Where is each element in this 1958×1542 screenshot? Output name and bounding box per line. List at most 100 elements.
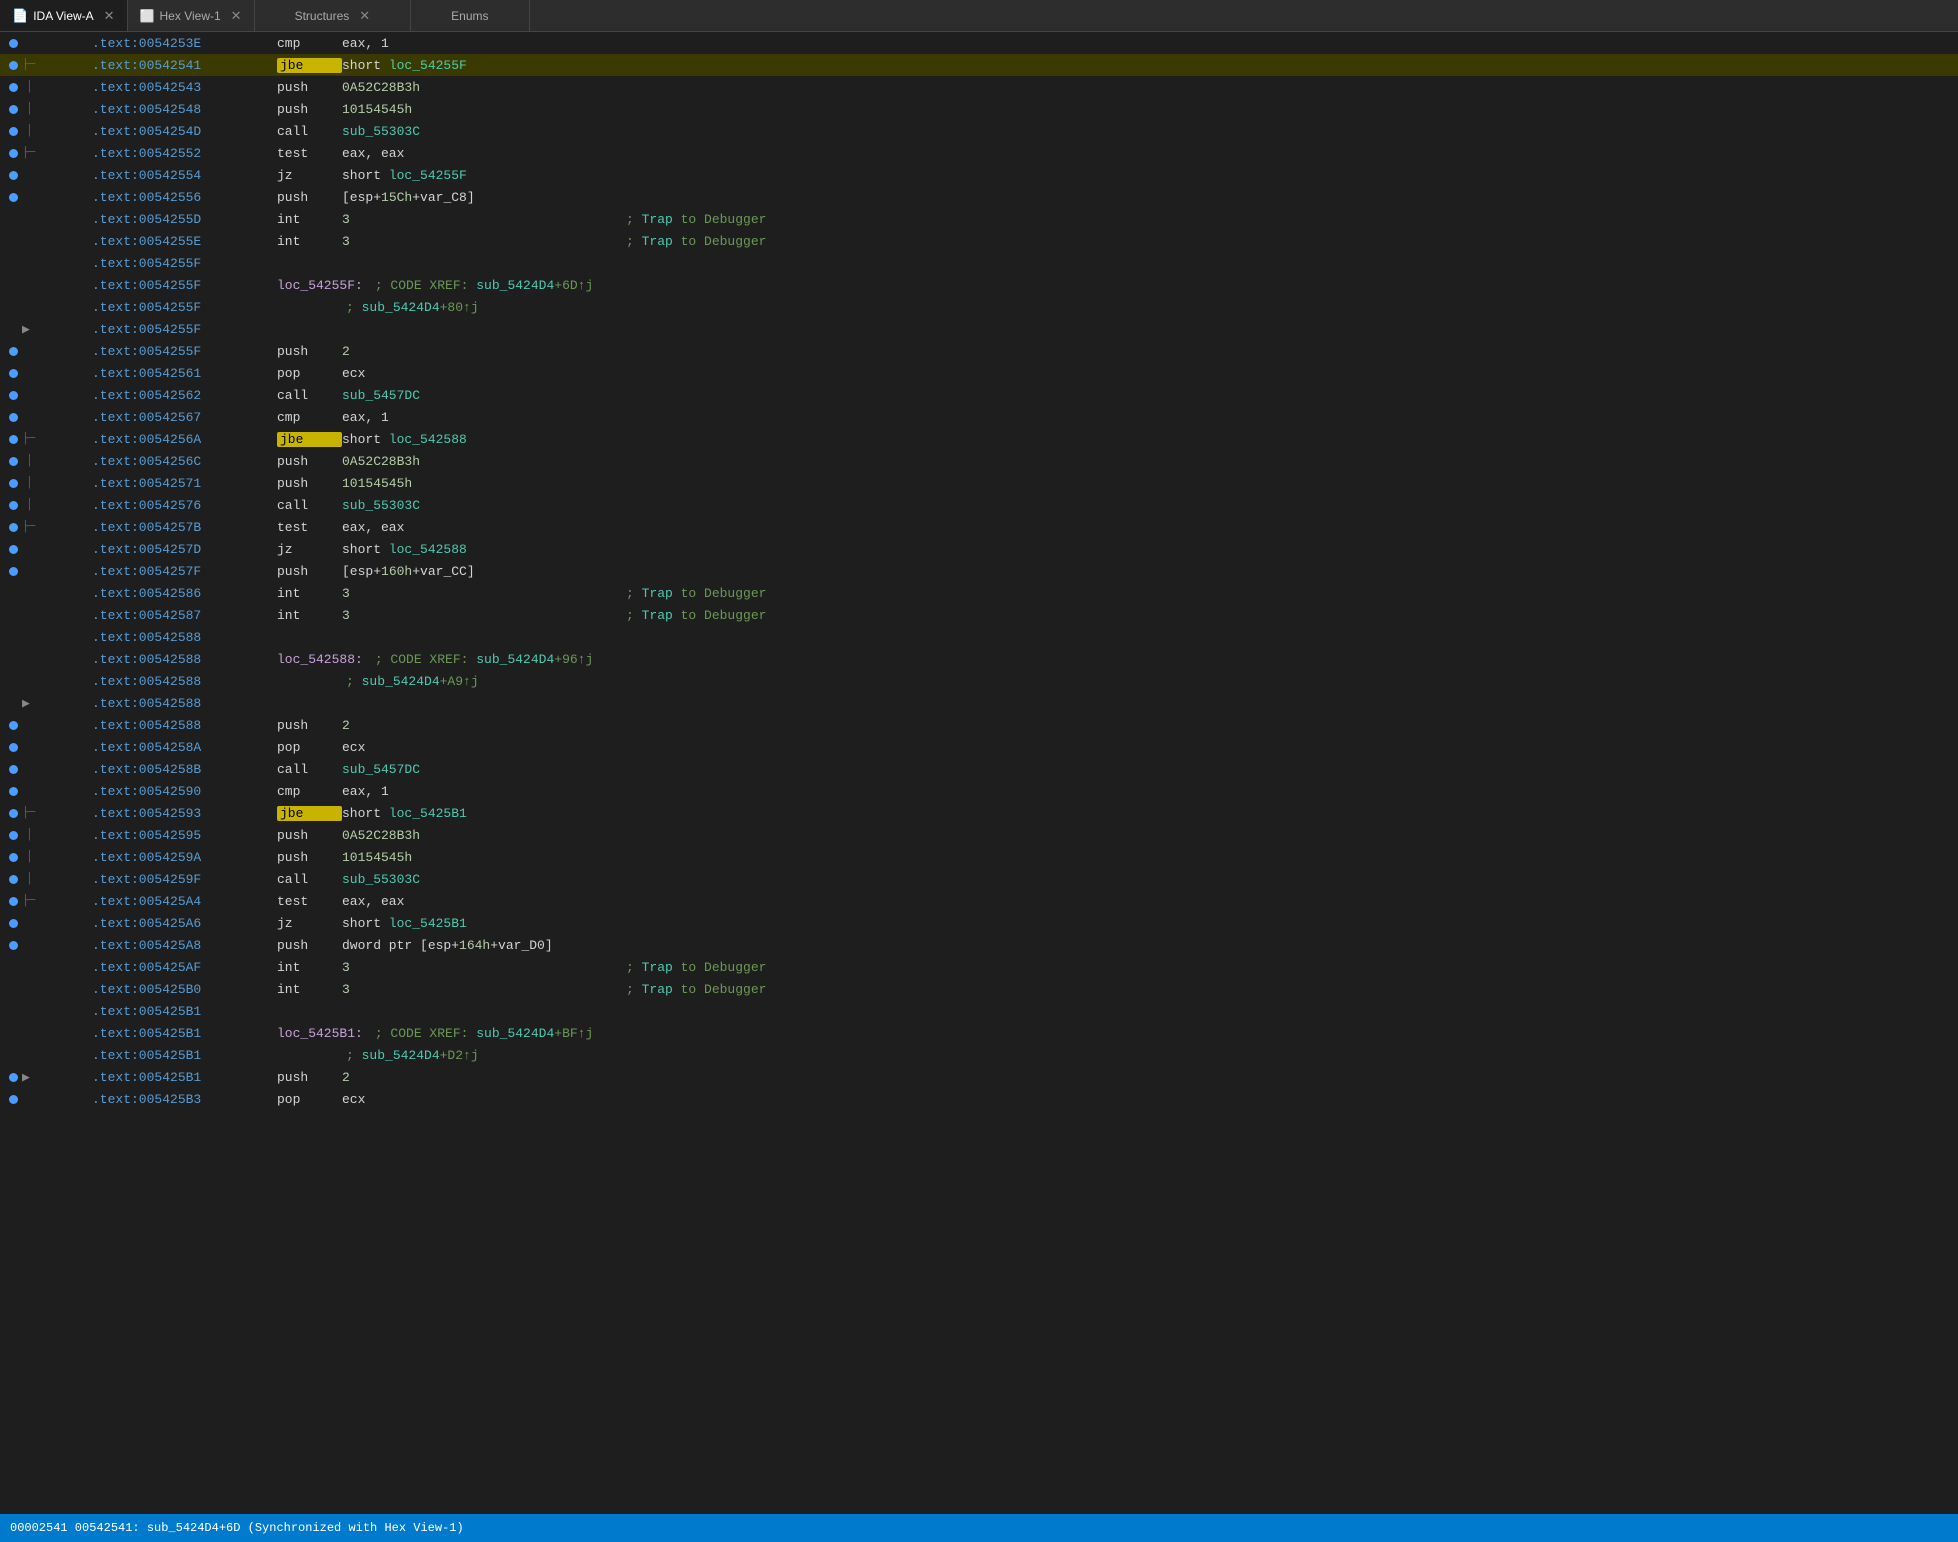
mnemonic: cmp — [277, 36, 342, 51]
operand: 10154545h — [342, 102, 622, 117]
branch-col — [22, 362, 92, 384]
table-row[interactable]: .text:005425B0int3; Trap to Debugger — [0, 978, 1958, 1000]
breakpoint-dot — [9, 809, 18, 818]
branch-col — [22, 912, 92, 934]
dot-col — [4, 391, 22, 400]
dot-col — [4, 941, 22, 950]
table-row[interactable]: .text:00542562callsub_5457DC — [0, 384, 1958, 406]
table-row[interactable]: .text:00542588push2 — [0, 714, 1958, 736]
breakpoint-dot — [9, 39, 18, 48]
table-row[interactable]: .text:00542567cmpeax, 1 — [0, 406, 1958, 428]
table-row[interactable]: ▶.text:00542588 — [0, 692, 1958, 714]
branch-col — [22, 582, 92, 604]
mnemonic: push — [277, 1070, 342, 1085]
address: .text:0054255F — [92, 322, 277, 337]
address: .text:00542576 — [92, 498, 277, 513]
operand: sub_55303C — [342, 872, 622, 887]
table-row[interactable]: .text:00542588loc_542588:; CODE XREF: su… — [0, 648, 1958, 670]
tab-hex-close[interactable]: ✕ — [231, 8, 242, 24]
table-row[interactable]: .text:005425B1loc_5425B1:; CODE XREF: su… — [0, 1022, 1958, 1044]
table-row[interactable]: │.text:0054259Fcallsub_55303C — [0, 868, 1958, 890]
table-row[interactable]: │.text:0054256Cpush0A52C28B3h — [0, 450, 1958, 472]
table-row[interactable]: .text:00542556push[esp+15Ch+var_C8] — [0, 186, 1958, 208]
table-row[interactable]: .text:0054258Apopecx — [0, 736, 1958, 758]
tab-ida-close[interactable]: ✕ — [104, 8, 115, 24]
dot-col — [4, 105, 22, 114]
table-row[interactable]: ├─.text:00542541jbeshort loc_54255F — [0, 54, 1958, 76]
table-row[interactable]: ├─.text:0054257Btesteax, eax — [0, 516, 1958, 538]
table-row[interactable]: .text:005425B1; sub_5424D4+D2↑j — [0, 1044, 1958, 1066]
tab-enums[interactable]: Enums — [411, 0, 529, 31]
table-row[interactable]: .text:00542586int3; Trap to Debugger — [0, 582, 1958, 604]
table-row[interactable]: .text:00542561popecx — [0, 362, 1958, 384]
branch-col — [22, 1044, 92, 1066]
branch-col: ▶ — [22, 318, 92, 340]
table-row[interactable]: .text:005425A8pushdword ptr [esp+164h+va… — [0, 934, 1958, 956]
table-row[interactable]: ├─.text:005425A4testeax, eax — [0, 890, 1958, 912]
table-row[interactable]: .text:0054255Floc_54255F:; CODE XREF: su… — [0, 274, 1958, 296]
table-row[interactable]: .text:005425B3popecx — [0, 1088, 1958, 1110]
table-row[interactable]: │.text:00542595push0A52C28B3h — [0, 824, 1958, 846]
table-row[interactable]: │.text:0054259Apush10154545h — [0, 846, 1958, 868]
branch-col — [22, 32, 92, 54]
mnemonic: pop — [277, 1092, 342, 1107]
table-row[interactable]: │.text:00542576callsub_55303C — [0, 494, 1958, 516]
address: .text:0054255F — [92, 300, 277, 315]
table-row[interactable]: │.text:00542543push0A52C28B3h — [0, 76, 1958, 98]
breakpoint-dot — [9, 61, 18, 70]
table-row[interactable]: .text:005425A6jzshort loc_5425B1 — [0, 912, 1958, 934]
breakpoint-dot — [9, 853, 18, 862]
branch-col: │ — [22, 868, 92, 890]
operand: 3 — [342, 234, 622, 249]
table-row[interactable]: .text:0054255Eint3; Trap to Debugger — [0, 230, 1958, 252]
table-row[interactable]: .text:0054258Bcallsub_5457DC — [0, 758, 1958, 780]
table-row[interactable]: .text:0054253Ecmpeax, 1 — [0, 32, 1958, 54]
table-row[interactable]: ├─.text:00542593jbeshort loc_5425B1 — [0, 802, 1958, 824]
table-row[interactable]: .text:0054257Djzshort loc_542588 — [0, 538, 1958, 560]
address: .text:0054257B — [92, 520, 277, 535]
table-row[interactable]: ▶.text:005425B1push2 — [0, 1066, 1958, 1088]
table-row[interactable]: .text:00542588 — [0, 626, 1958, 648]
status-text: 00002541 00542541: sub_5424D4+6D (Synchr… — [10, 1521, 464, 1535]
branch-col — [22, 230, 92, 252]
breakpoint-dot — [9, 765, 18, 774]
branch-col — [22, 626, 92, 648]
comment: ; Trap to Debugger — [626, 608, 766, 623]
tab-hex-view[interactable]: ⬜ Hex View-1 ✕ — [128, 0, 255, 31]
table-row[interactable]: .text:0054255Dint3; Trap to Debugger — [0, 208, 1958, 230]
tab-ida-view[interactable]: 📄 IDA View-A ✕ — [0, 0, 128, 31]
table-row[interactable]: .text:005425B1 — [0, 1000, 1958, 1022]
table-row[interactable]: .text:005425AFint3; Trap to Debugger — [0, 956, 1958, 978]
table-row[interactable]: .text:0054255F — [0, 252, 1958, 274]
breakpoint-dot — [9, 193, 18, 202]
breakpoint-dot — [9, 347, 18, 356]
table-row[interactable]: │.text:00542548push10154545h — [0, 98, 1958, 120]
address: .text:00542571 — [92, 476, 277, 491]
table-row[interactable]: .text:0054257Fpush[esp+160h+var_CC] — [0, 560, 1958, 582]
tab-structures[interactable]: Structures ✕ — [255, 0, 412, 31]
mnemonic: pop — [277, 366, 342, 381]
branch-col — [22, 934, 92, 956]
branch-col — [22, 978, 92, 1000]
mnemonic: int — [277, 982, 342, 997]
table-row[interactable]: │.text:00542571push10154545h — [0, 472, 1958, 494]
operand: sub_5457DC — [342, 388, 622, 403]
table-row[interactable]: │.text:0054254Dcallsub_55303C — [0, 120, 1958, 142]
mnemonic: jbe — [277, 432, 342, 447]
table-row[interactable]: .text:0054255Fpush2 — [0, 340, 1958, 362]
table-row[interactable]: ├─.text:0054256Ajbeshort loc_542588 — [0, 428, 1958, 450]
table-row[interactable]: .text:00542588; sub_5424D4+A9↑j — [0, 670, 1958, 692]
branch-col — [22, 340, 92, 362]
table-row[interactable]: ├─.text:00542552testeax, eax — [0, 142, 1958, 164]
breakpoint-dot — [9, 743, 18, 752]
code-area[interactable]: .text:0054253Ecmpeax, 1├─.text:00542541j… — [0, 32, 1958, 1514]
table-row[interactable]: .text:00542590cmpeax, 1 — [0, 780, 1958, 802]
table-row[interactable]: .text:00542554jzshort loc_54255F — [0, 164, 1958, 186]
table-row[interactable]: .text:00542587int3; Trap to Debugger — [0, 604, 1958, 626]
table-row[interactable]: .text:0054255F; sub_5424D4+80↑j — [0, 296, 1958, 318]
tab-structures-close[interactable]: ✕ — [359, 8, 370, 24]
branch-col — [22, 208, 92, 230]
table-row[interactable]: ▶.text:0054255F — [0, 318, 1958, 340]
branch-col — [22, 736, 92, 758]
code-label: loc_5425B1: — [277, 1026, 363, 1041]
